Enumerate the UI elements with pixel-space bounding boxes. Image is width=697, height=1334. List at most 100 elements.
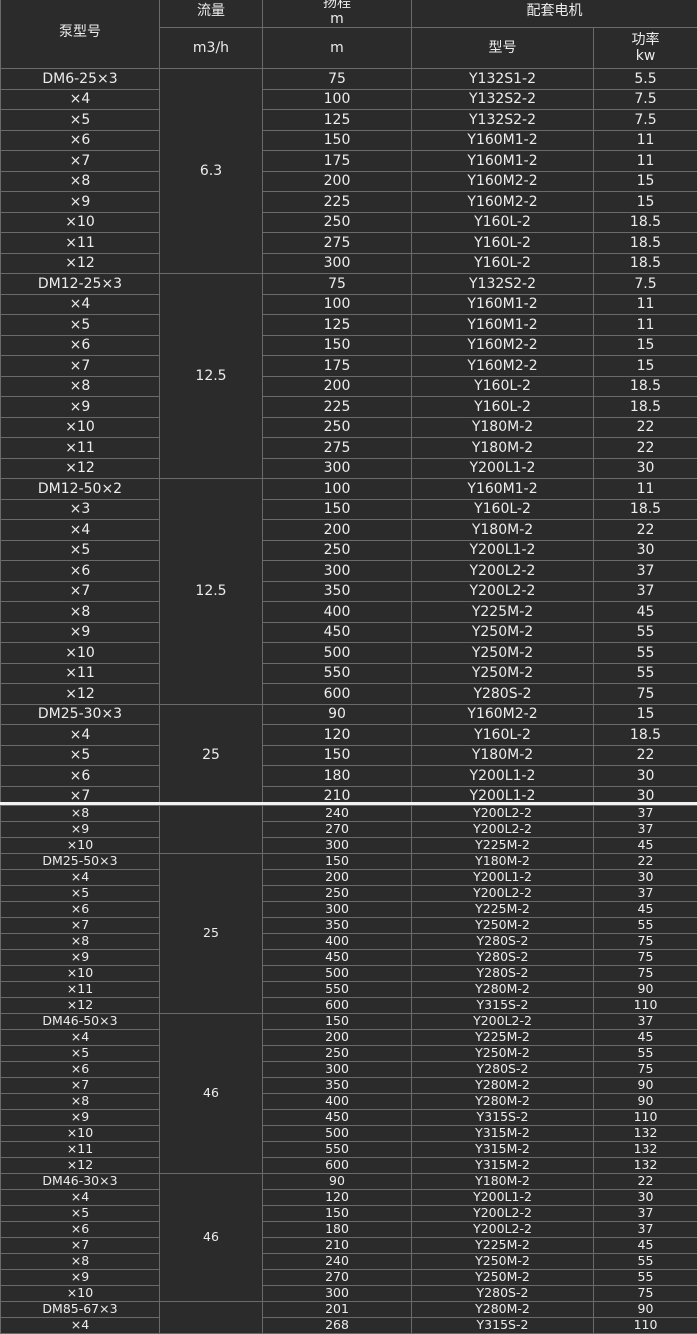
table-row: DM46-30×34690Y180M-222 [1, 1174, 697, 1190]
pump-model-cell: ×10 [1, 212, 160, 233]
table-row: ×4120Y160L-218.5 [1, 725, 697, 746]
pump-model-cell: ×11 [1, 233, 160, 254]
pump-model-cell: ×12 [1, 684, 160, 705]
head-cell: 400 [263, 1094, 412, 1110]
table-row: ×9450Y280S-275 [1, 950, 697, 966]
motor-model-cell: Y250M-2 [412, 643, 594, 664]
pump-model-cell: ×11 [1, 663, 160, 684]
table-row: ×9450Y315S-2110 [1, 1110, 697, 1126]
power-cell: 45 [594, 1238, 697, 1254]
power-cell: 37 [594, 806, 697, 822]
pump-model-cell: ×5 [1, 745, 160, 766]
head-cell: 350 [263, 581, 412, 602]
table-row: ×4200Y200L1-230 [1, 870, 697, 886]
power-cell: 30 [594, 540, 697, 561]
power-cell: 37 [594, 1206, 697, 1222]
power-cell: 55 [594, 622, 697, 643]
pump-model-cell: ×10 [1, 838, 160, 854]
head-cell: 600 [263, 1158, 412, 1174]
motor-model-cell: Y200L1-2 [412, 1190, 594, 1206]
power-cell: 55 [594, 643, 697, 664]
head-cell: 150 [263, 130, 412, 151]
table-row: ×7175Y160M2-215 [1, 356, 697, 377]
power-cell: 18.5 [594, 253, 697, 274]
table-row: ×12300Y160L-218.5 [1, 253, 697, 274]
head-cell: 300 [263, 902, 412, 918]
motor-model-cell: Y200L2-2 [412, 806, 594, 822]
power-cell: 7.5 [594, 110, 697, 131]
motor-model-cell: Y250M-2 [412, 1046, 594, 1062]
power-cell: 22 [594, 417, 697, 438]
head-cell: 250 [263, 212, 412, 233]
motor-model-cell: Y180M-2 [412, 438, 594, 459]
table-row: DM12-25×312.575Y132S2-27.5 [1, 274, 697, 295]
motor-model-cell: Y160L-2 [412, 253, 594, 274]
head-cell: 90 [263, 704, 412, 725]
motor-model-cell: Y200L2-2 [412, 1222, 594, 1238]
head-cell: 180 [263, 766, 412, 787]
power-cell: 11 [594, 294, 697, 315]
motor-model-cell: Y160M1-2 [412, 151, 594, 172]
header-model: 泵型号 [1, 0, 160, 69]
pump-model-cell: ×9 [1, 192, 160, 213]
power-cell: 7.5 [594, 274, 697, 295]
motor-model-cell: Y225M-2 [412, 902, 594, 918]
power-cell: 110 [594, 1318, 697, 1334]
motor-model-cell: Y180M-2 [412, 1174, 594, 1190]
power-cell: 132 [594, 1126, 697, 1142]
pump-model-cell: ×8 [1, 602, 160, 623]
head-cell: 100 [263, 479, 412, 500]
power-cell: 11 [594, 315, 697, 336]
power-cell: 22 [594, 745, 697, 766]
pump-model-cell: ×10 [1, 1126, 160, 1142]
motor-model-cell: Y160M2-2 [412, 704, 594, 725]
motor-model-cell: Y200L2-2 [412, 561, 594, 582]
head-cell: 275 [263, 438, 412, 459]
table-row: ×4200Y180M-222 [1, 520, 697, 541]
pump-model-cell: ×4 [1, 870, 160, 886]
power-cell: 37 [594, 1222, 697, 1238]
table-row: ×4268Y315S-2110 [1, 1318, 697, 1334]
power-cell: 11 [594, 151, 697, 172]
head-cell: 300 [263, 253, 412, 274]
power-cell: 55 [594, 1270, 697, 1286]
head-cell: 150 [263, 1206, 412, 1222]
pump-model-cell: DM6-25×3 [1, 69, 160, 90]
motor-model-cell: Y280S-2 [412, 934, 594, 950]
pump-model-cell: ×12 [1, 998, 160, 1014]
pump-model-cell: ×6 [1, 1222, 160, 1238]
motor-model-cell: Y200L2-2 [412, 1014, 594, 1030]
table-row: DM46-50×346150Y200L2-237 [1, 1014, 697, 1030]
pump-model-cell: ×4 [1, 1190, 160, 1206]
head-cell: 175 [263, 356, 412, 377]
pump-model-cell: ×9 [1, 397, 160, 418]
motor-model-cell: Y132S2-2 [412, 110, 594, 131]
head-cell: 450 [263, 950, 412, 966]
power-cell: 132 [594, 1158, 697, 1174]
flow-cell: 12.5 [160, 479, 263, 705]
motor-model-cell: Y132S2-2 [412, 89, 594, 110]
power-cell: 22 [594, 438, 697, 459]
power-cell: 90 [594, 1302, 697, 1318]
table-row: ×8200Y160M2-215 [1, 171, 697, 192]
head-cell: 300 [263, 561, 412, 582]
table-row: ×9450Y250M-255 [1, 622, 697, 643]
table-row: ×9225Y160M2-215 [1, 192, 697, 213]
flow-cell: 25 [160, 854, 263, 1014]
table-row: ×4120Y200L1-230 [1, 1190, 697, 1206]
head-cell: 240 [263, 1254, 412, 1270]
power-cell: 55 [594, 663, 697, 684]
table-row: ×4200Y225M-245 [1, 1030, 697, 1046]
motor-model-cell: Y200L1-2 [412, 870, 594, 886]
table-row: DM25-30×32590Y160M2-215 [1, 704, 697, 725]
pump-model-cell: DM46-50×3 [1, 1014, 160, 1030]
table-row: DM12-50×212.5100Y160M1-211 [1, 479, 697, 500]
head-cell: 75 [263, 69, 412, 90]
head-cell: 200 [263, 1030, 412, 1046]
table-row: ×10250Y180M-222 [1, 417, 697, 438]
table-row: DM6-25×36.375Y132S1-25.5 [1, 69, 697, 90]
motor-model-cell: Y132S1-2 [412, 69, 594, 90]
motor-model-cell: Y280S-2 [412, 1062, 594, 1078]
header-motor-model: 型号 [412, 28, 594, 69]
motor-model-cell: Y250M-2 [412, 622, 594, 643]
